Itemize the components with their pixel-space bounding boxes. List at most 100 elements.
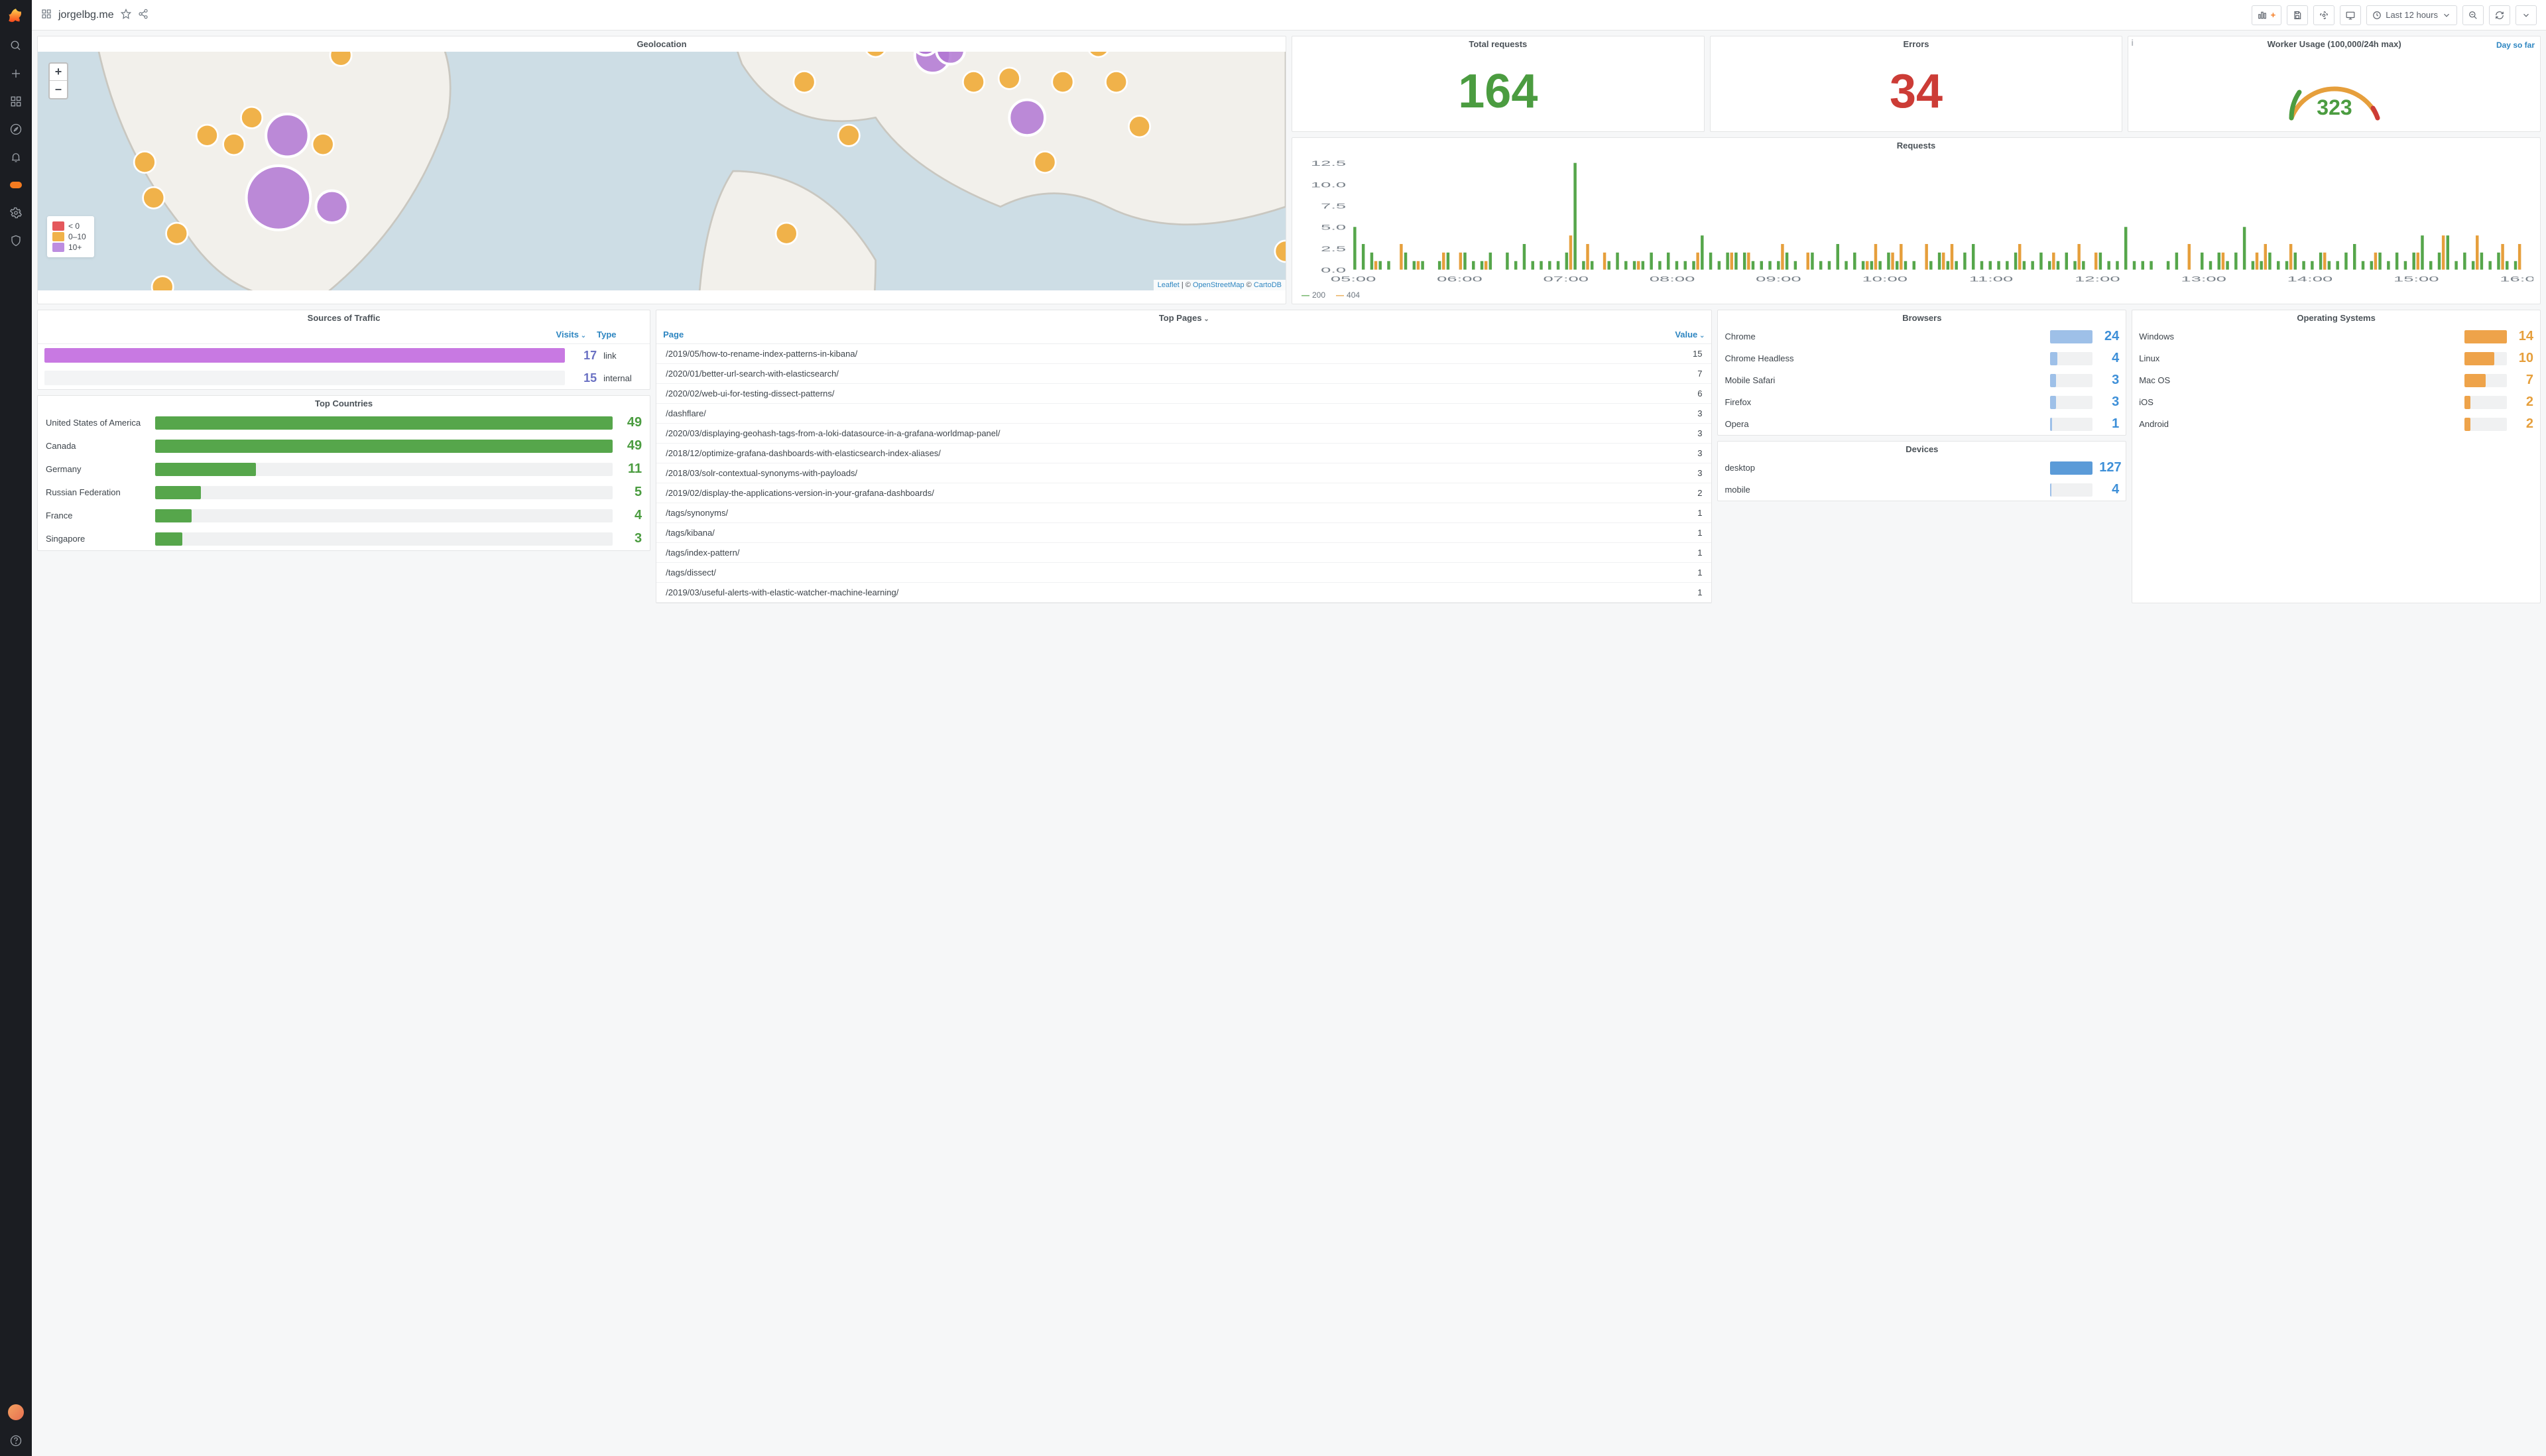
worker-usage-panel: i Worker Usage (100,000/24h max) Day so … (2128, 36, 2541, 132)
refresh-button[interactable] (2489, 5, 2510, 25)
gear-icon[interactable] (9, 206, 23, 220)
svg-text:11:00: 11:00 (1969, 275, 2013, 283)
page-col-header[interactable]: Page (663, 330, 684, 339)
refresh-interval-button[interactable] (2516, 5, 2537, 25)
list-item: Mobile Safari3 (1718, 369, 2126, 391)
requests-chart[interactable]: 0.02.55.07.510.012.505:0006:0007:0008:00… (1299, 158, 2533, 284)
page-row: /tags/dissect/1 (656, 563, 1711, 583)
bell-icon[interactable] (9, 150, 23, 164)
zoom-out-button[interactable] (2462, 5, 2484, 25)
page-row: /tags/kibana/1 (656, 523, 1711, 543)
map-attribution: Leaflet | © OpenStreetMap © CartoDB (1154, 280, 1286, 290)
country-row: Russian Federation5 (38, 481, 650, 504)
page-row: /2018/12/optimize-grafana-dashboards-wit… (656, 444, 1711, 463)
list-item: mobile4 (1718, 479, 2126, 501)
page-row: /2020/01/better-url-search-with-elastics… (656, 364, 1711, 384)
avatar[interactable] (8, 1404, 24, 1420)
sources-of-traffic-panel: Sources of Traffic Visits Type 17link15i… (37, 310, 650, 390)
cloudflare-icon[interactable] (9, 178, 23, 192)
svg-text:10:00: 10:00 (1862, 275, 1908, 283)
grafana-logo[interactable] (7, 8, 25, 25)
day-so-far-link[interactable]: Day so far (2496, 40, 2535, 50)
topbar: jorgelbg.me + Last 12 hours (32, 0, 2546, 30)
page-row: /tags/synonyms/1 (656, 503, 1711, 523)
country-row: Canada49 (38, 434, 650, 457)
type-col-header[interactable]: Type (597, 330, 643, 339)
list-item: Opera1 (1718, 413, 2126, 435)
svg-text:09:00: 09:00 (1756, 275, 1801, 283)
nav-rail (0, 0, 32, 1456)
requests-chart-panel: Requests 0.02.55.07.510.012.505:0006:000… (1292, 137, 2541, 304)
devices-panel: Devices desktop127mobile4 (1717, 441, 2126, 501)
page-row: /2020/02/web-ui-for-testing-dissect-patt… (656, 384, 1711, 404)
compass-icon[interactable] (9, 122, 23, 137)
dashboard-settings-button[interactable] (2313, 5, 2334, 25)
map-legend: < 0 0–10 10+ (47, 216, 94, 257)
country-row: Singapore3 (38, 527, 650, 550)
page-row: /tags/index-pattern/1 (656, 543, 1711, 563)
list-item: iOS2 (2132, 391, 2540, 413)
total-requests-value: 164 (1292, 52, 1704, 131)
search-icon[interactable] (9, 38, 23, 53)
list-item: Android2 (2132, 413, 2540, 435)
list-item: desktop127 (1718, 457, 2126, 479)
plus-icon[interactable] (9, 66, 23, 81)
geolocation-map[interactable]: Atlantic Ocean (38, 52, 1286, 290)
requests-legend: 200 404 (1292, 289, 2540, 304)
zoom-in-button[interactable]: + (50, 64, 67, 81)
worker-usage-value: 323 (2317, 95, 2352, 119)
list-item: Linux10 (2132, 347, 2540, 369)
value-col-header[interactable]: Value (1675, 330, 1705, 339)
page-row: /dashflare/3 (656, 404, 1711, 424)
country-row: United States of America49 (38, 411, 650, 434)
svg-text:7.5: 7.5 (1321, 202, 1346, 210)
page-row: /2020/03/displaying-geohash-tags-from-a-… (656, 424, 1711, 444)
operating-systems-panel: Operating Systems Windows14Linux10Mac OS… (2132, 310, 2541, 603)
top-countries-panel: Top Countries United States of America49… (37, 395, 650, 551)
page-row: /2019/02/display-the-applications-versio… (656, 483, 1711, 503)
zoom-out-button[interactable]: – (50, 81, 67, 98)
svg-text:12.5: 12.5 (1311, 160, 1346, 168)
visits-col-header[interactable]: Visits (556, 330, 587, 339)
star-icon[interactable] (121, 9, 131, 21)
shield-icon[interactable] (9, 233, 23, 248)
svg-text:05:00: 05:00 (1331, 275, 1376, 283)
help-icon[interactable] (9, 1433, 23, 1448)
browsers-panel: Browsers Chrome24Chrome Headless4Mobile … (1717, 310, 2126, 436)
list-item: Chrome24 (1718, 326, 2126, 347)
svg-text:2.5: 2.5 (1321, 245, 1346, 253)
page-title: jorgelbg.me (58, 9, 114, 21)
svg-text:0.0: 0.0 (1321, 266, 1346, 274)
country-row: Germany11 (38, 457, 650, 481)
svg-text:16:00: 16:00 (2500, 275, 2533, 283)
svg-text:07:00: 07:00 (1544, 275, 1589, 283)
top-pages-panel: Top Pages Page Value /2019/05/how-to-ren… (656, 310, 1712, 603)
geolocation-panel: Geolocation Atlantic Ocean (37, 36, 1286, 304)
list-item: Mac OS7 (2132, 369, 2540, 391)
page-row: /2019/05/how-to-rename-index-patterns-in… (656, 344, 1711, 364)
list-item: Firefox3 (1718, 391, 2126, 413)
sources-row: 15internal (38, 367, 650, 389)
map-zoom-controls: + – (48, 62, 68, 99)
cycle-view-button[interactable] (2340, 5, 2361, 25)
svg-text:12:00: 12:00 (2075, 275, 2120, 283)
save-button[interactable] (2287, 5, 2308, 25)
add-panel-button[interactable]: + (2252, 5, 2282, 25)
svg-text:15:00: 15:00 (2394, 275, 2439, 283)
sources-row: 17link (38, 344, 650, 367)
list-item: Windows14 (2132, 326, 2540, 347)
svg-text:13:00: 13:00 (2181, 275, 2226, 283)
svg-text:10.0: 10.0 (1311, 181, 1346, 189)
svg-text:08:00: 08:00 (1650, 275, 1695, 283)
total-requests-panel: Total requests 164 (1292, 36, 1705, 132)
share-icon[interactable] (138, 9, 149, 21)
svg-text:14:00: 14:00 (2287, 275, 2333, 283)
apps-icon[interactable] (9, 94, 23, 109)
panels-icon[interactable] (41, 9, 52, 21)
panel-info-icon[interactable]: i (2131, 38, 2134, 48)
country-row: France4 (38, 504, 650, 527)
time-range-picker[interactable]: Last 12 hours (2366, 5, 2457, 25)
list-item: Chrome Headless4 (1718, 347, 2126, 369)
errors-panel: Errors 34 (1710, 36, 2123, 132)
page-row: /2019/03/useful-alerts-with-elastic-watc… (656, 583, 1711, 603)
